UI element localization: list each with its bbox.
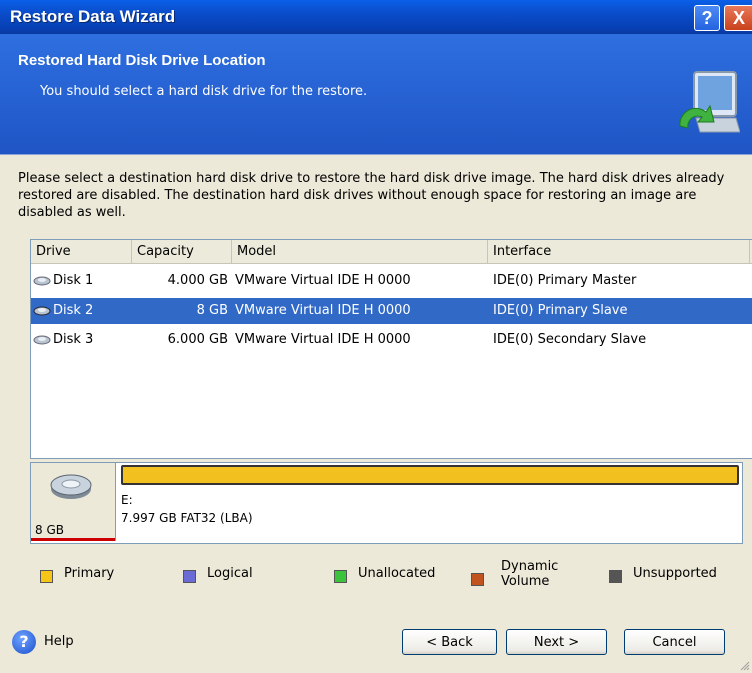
drive-list[interactable]: Drive Capacity Model Interface Disk 1 4.… [30, 239, 752, 459]
instructions-text: Please select a destination hard disk dr… [18, 171, 725, 220]
drive-model: VMware Virtual IDE H 0000 [235, 303, 411, 318]
step-subtitle: You should select a hard disk drive for … [40, 84, 368, 99]
help-icon[interactable]: ? [12, 630, 36, 654]
disk-size: 8 GB [35, 523, 64, 537]
drive-model: VMware Virtual IDE H 0000 [235, 332, 411, 347]
drive-name: Disk 1 [53, 273, 94, 288]
hard-disk-icon [50, 474, 92, 499]
drive-capacity: 8 GB [196, 303, 228, 318]
hard-disk-icon [33, 276, 51, 285]
title-bar: Restore Data Wizard ? X [0, 0, 752, 34]
drive-capacity: 6.000 GB [167, 332, 228, 347]
next-button[interactable]: Next > [506, 629, 607, 655]
drive-list-header: Drive Capacity Model Interface [31, 240, 752, 264]
partition-letter: E: [121, 493, 133, 507]
drive-model: VMware Virtual IDE H 0000 [235, 273, 411, 288]
drive-capacity: 4.000 GB [167, 273, 228, 288]
disk-indicator [31, 538, 115, 541]
partition-map: 8 GB E: 7.997 GB FAT32 (LBA) [30, 462, 743, 544]
partition-info: 7.997 GB FAT32 (LBA) [121, 511, 253, 525]
resize-grip-icon[interactable] [740, 661, 750, 671]
back-button[interactable]: < Back [402, 629, 497, 655]
dynamic-volume-swatch [471, 573, 484, 586]
unsupported-swatch [609, 570, 622, 583]
column-interface[interactable]: Interface [488, 240, 750, 263]
unallocated-swatch [334, 570, 347, 583]
drive-interface: IDE(0) Secondary Slave [493, 332, 647, 347]
help-link[interactable]: Help [44, 634, 74, 649]
column-capacity[interactable]: Capacity [132, 240, 232, 263]
window-title: Restore Data Wizard [10, 7, 176, 26]
column-model[interactable]: Model [232, 240, 488, 263]
primary-swatch [40, 570, 53, 583]
step-title: Restored Hard Disk Drive Location [18, 52, 266, 69]
wizard-banner: Restored Hard Disk Drive Location You sh… [0, 34, 752, 155]
computer-restore-icon [679, 71, 740, 133]
drive-row-disk-1[interactable]: Disk 1 4.000 GB VMware Virtual IDE H 000… [31, 268, 752, 294]
column-drive[interactable]: Drive [31, 240, 132, 263]
partition-e[interactable]: E: 7.997 GB FAT32 (LBA) [117, 463, 741, 541]
title-help-button[interactable]: ? [694, 5, 720, 31]
drive-name: Disk 2 [53, 303, 94, 318]
drive-name: Disk 3 [53, 332, 94, 347]
close-button[interactable]: X [724, 5, 752, 31]
drive-interface: IDE(0) Primary Slave [493, 303, 628, 318]
hard-disk-icon [33, 335, 51, 344]
disk-summary: 8 GB [31, 463, 116, 541]
drive-row-disk-3[interactable]: Disk 3 6.000 GB VMware Virtual IDE H 000… [31, 327, 752, 353]
hard-disk-icon [33, 306, 51, 315]
drive-row-disk-2[interactable]: Disk 2 8 GB VMware Virtual IDE H 0000 ID… [31, 298, 752, 324]
cancel-button[interactable]: Cancel [624, 629, 725, 655]
partition-bar [121, 465, 739, 485]
logical-swatch [183, 570, 196, 583]
drive-interface: IDE(0) Primary Master [493, 273, 637, 288]
